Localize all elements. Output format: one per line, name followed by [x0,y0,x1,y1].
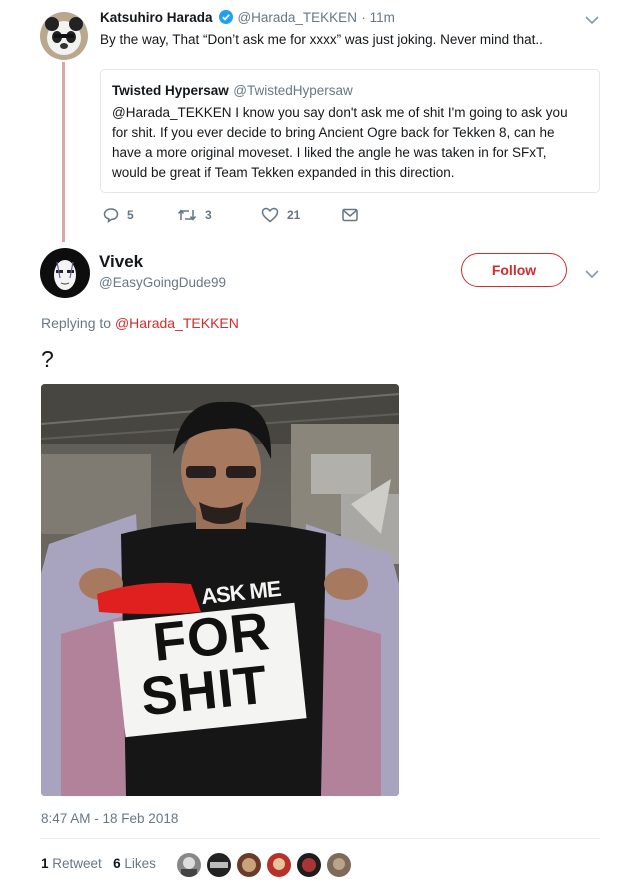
replying-to: Replying to @Harada_TEKKEN [41,315,239,331]
mail-icon [342,208,358,222]
quote-handle: @TwistedHypersaw [233,83,353,98]
vivek-handle[interactable]: @EasyGoingDude99 [99,275,226,290]
shirt-text-line3: SHIT [138,654,271,728]
vivek-avatar[interactable] [40,248,90,298]
quote-text: @Harada_TEKKEN I know you say don't ask … [112,105,568,180]
harada-name[interactable]: Katsuhiro Harada [100,10,213,25]
likers-avatars [176,852,352,878]
quote-name: Twisted Hypersaw [112,83,229,98]
liker-avatar[interactable] [176,852,202,878]
like-stat[interactable]: 6 Likes [113,856,156,871]
heart-icon [261,207,279,223]
reply-action[interactable]: 5 [103,207,134,223]
message-action[interactable] [342,208,358,222]
like-action[interactable]: 21 [261,207,300,223]
verified-icon [218,10,233,24]
harada-handle[interactable]: @Harada_TEKKEN [237,10,357,25]
reply-icon [103,208,119,223]
tweet-timestamp[interactable]: 8:47 AM - 18 Feb 2018 [41,811,178,826]
follow-button[interactable]: Follow [461,253,567,287]
liker-avatar[interactable] [236,852,262,878]
retweet-icon [177,209,197,221]
retweet-count: 3 [205,208,212,222]
main-tweet-text: ? [41,346,54,372]
like-stat-label: Likes [124,856,156,871]
tweet-stats: 1 Retweet 6 Likes [41,856,156,871]
liker-avatar[interactable] [326,852,352,878]
replying-to-link[interactable]: @Harada_TEKKEN [115,315,239,331]
chevron-down-icon[interactable] [585,12,599,25]
retweet-stat[interactable]: 1 Retweet [41,856,102,871]
harada-tweet-text: By the way, That “Don’t ask me for xxxx”… [100,32,543,47]
tweet-photo[interactable]: ASK ME FOR SHIT [41,384,399,796]
quoted-tweet[interactable]: Twisted Hypersaw @TwistedHypersaw @Harad… [100,69,600,193]
retweet-action[interactable]: 3 [177,207,212,223]
harada-time[interactable]: · 11m [361,10,395,25]
thread-line [62,62,65,242]
retweet-stat-count: 1 [41,856,49,871]
replying-prefix: Replying to [41,315,112,331]
like-stat-count: 6 [113,856,121,871]
liker-avatar[interactable] [206,852,232,878]
harada-header: Katsuhiro Harada @Harada_TEKKEN · 11m [100,9,395,27]
harada-avatar[interactable] [40,12,88,60]
main-chevron-down-icon[interactable] [585,266,599,279]
like-count: 21 [287,208,301,222]
liker-avatar[interactable] [266,852,292,878]
liker-avatar[interactable] [296,852,322,878]
retweet-stat-label: Retweet [52,856,102,871]
reply-count: 5 [127,208,134,222]
divider [40,838,600,839]
vivek-name[interactable]: Vivek [99,252,143,272]
